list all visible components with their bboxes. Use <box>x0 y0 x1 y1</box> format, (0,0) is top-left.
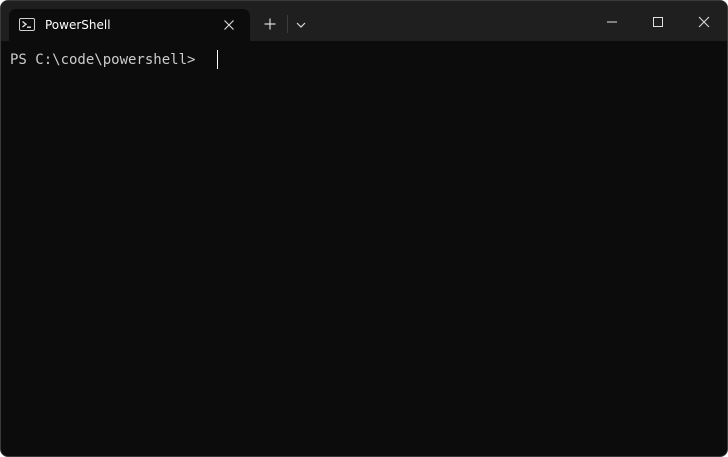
terminal-output[interactable]: PS C:\code\powershell> <box>1 41 727 456</box>
close-window-button[interactable] <box>681 1 727 41</box>
tab-title: PowerShell <box>45 18 111 32</box>
title-bar[interactable]: PowerShell <box>1 1 727 41</box>
powershell-icon <box>19 18 35 31</box>
plus-icon[interactable] <box>262 16 278 32</box>
chevron-down-icon[interactable] <box>293 17 309 33</box>
close-icon <box>698 16 710 28</box>
minimize-button[interactable] <box>589 1 635 41</box>
tab-divider <box>287 15 288 33</box>
minimize-icon <box>607 21 617 23</box>
text-cursor <box>217 50 218 69</box>
tab-powershell[interactable]: PowerShell <box>9 9 250 41</box>
maximize-icon <box>653 17 663 27</box>
close-tab-icon[interactable] <box>221 17 237 33</box>
terminal-window: PowerShell PS C:\code\powershell> <box>0 0 728 457</box>
maximize-button[interactable] <box>635 1 681 41</box>
command-prompt: PS C:\code\powershell> <box>10 52 196 68</box>
